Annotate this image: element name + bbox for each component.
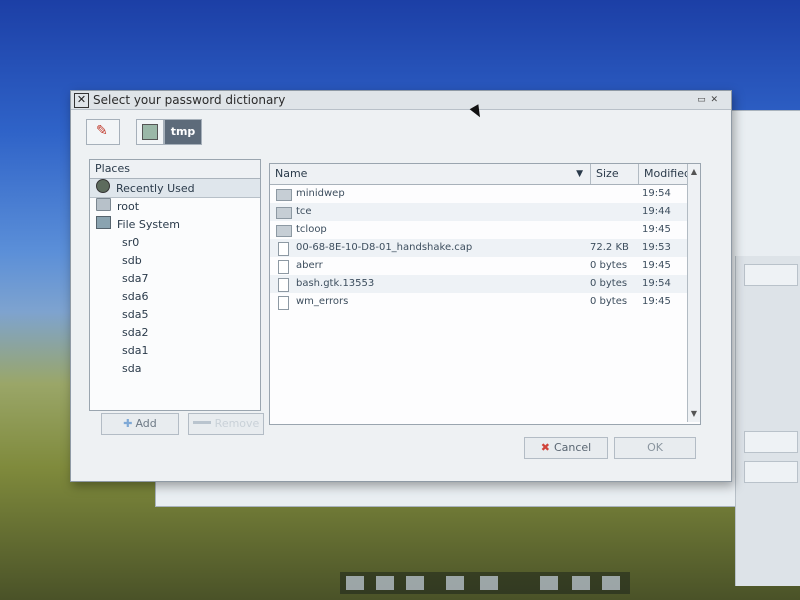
file-row[interactable]: tce 19:44 xyxy=(270,203,688,221)
taskbar-app-icon[interactable] xyxy=(480,576,498,590)
background-button[interactable] xyxy=(744,264,798,286)
taskbar-app-icon[interactable] xyxy=(540,576,558,590)
folder-icon xyxy=(276,207,292,219)
recent-icon xyxy=(96,179,110,193)
add-label: Add xyxy=(135,417,157,430)
place-label: Recently Used xyxy=(116,182,195,195)
file-row[interactable]: tcloop 19:45 xyxy=(270,221,688,239)
file-size: 72.2 KB xyxy=(590,242,629,253)
place-device[interactable]: sda1 xyxy=(90,342,260,360)
file-name: wm_errors xyxy=(296,296,349,307)
file-list-header: Name ▼ Size Modified xyxy=(270,164,700,185)
cancel-label: Cancel xyxy=(553,441,592,454)
add-bookmark-button[interactable]: ✚ Add xyxy=(101,413,179,435)
file-modified: 19:54 xyxy=(642,278,671,289)
file-name: minidwep xyxy=(296,188,345,199)
place-device[interactable]: sda7 xyxy=(90,270,260,288)
background-button[interactable] xyxy=(744,431,798,453)
window-controls[interactable]: ▭ ✕ xyxy=(697,95,719,105)
place-device[interactable]: sdb xyxy=(90,252,260,270)
column-name-label: Name xyxy=(275,167,308,180)
remove-bookmark-button[interactable]: Remove xyxy=(188,413,264,435)
remove-label: Remove xyxy=(214,417,260,430)
plus-icon: ✚ xyxy=(123,417,133,430)
file-row[interactable]: wm_errors 0 bytes 19:45 xyxy=(270,293,688,311)
file-modified: 19:54 xyxy=(642,188,671,199)
places-panel: Places Recently Used root File System sr… xyxy=(89,159,261,411)
file-modified: 19:53 xyxy=(642,242,671,253)
column-name-header[interactable]: Name ▼ xyxy=(270,164,591,184)
cancel-button[interactable]: ✖ Cancel xyxy=(524,437,608,459)
file-name: aberr xyxy=(296,260,323,271)
file-size: 0 bytes xyxy=(590,260,628,271)
dialog-title: Select your password dictionary xyxy=(93,93,286,107)
background-button[interactable] xyxy=(744,461,798,483)
folder-icon xyxy=(276,225,292,237)
file-icon xyxy=(278,242,289,256)
drive-icon xyxy=(142,124,158,140)
folder-icon xyxy=(276,189,292,201)
place-device[interactable]: sda6 xyxy=(90,288,260,306)
cancel-icon: ✖ xyxy=(540,441,550,454)
place-device[interactable]: sda xyxy=(90,360,260,378)
file-list: Name ▼ Size Modified minidwep 19:54 tce … xyxy=(269,163,701,425)
file-modified: 19:44 xyxy=(642,206,671,217)
place-device[interactable]: sda2 xyxy=(90,324,260,342)
folder-icon xyxy=(96,198,111,211)
file-name: tce xyxy=(296,206,312,217)
file-size: 0 bytes xyxy=(590,278,628,289)
file-modified: 19:45 xyxy=(642,224,671,235)
path-parent-button[interactable] xyxy=(136,119,164,145)
taskbar-app-icon[interactable] xyxy=(446,576,464,590)
file-name: 00-68-8E-10-D8-01_handshake.cap xyxy=(296,242,473,253)
file-row[interactable]: 00-68-8E-10-D8-01_handshake.cap 72.2 KB … xyxy=(270,239,688,257)
taskbar xyxy=(340,572,630,594)
places-header[interactable]: Places xyxy=(90,160,260,179)
place-file-system[interactable]: File System xyxy=(90,216,260,234)
file-size: 0 bytes xyxy=(590,296,628,307)
minus-icon xyxy=(192,421,211,424)
file-icon xyxy=(278,260,289,274)
place-label: root xyxy=(117,200,140,213)
file-name: tcloop xyxy=(296,224,327,235)
file-chooser-dialog: ✕ Select your password dictionary ▭ ✕ ✎ … xyxy=(70,90,732,482)
file-row[interactable]: bash.gtk.13553 0 bytes 19:54 xyxy=(270,275,688,293)
file-row[interactable]: minidwep 19:54 xyxy=(270,185,688,203)
edit-location-button[interactable]: ✎ xyxy=(86,119,120,145)
file-modified: 19:45 xyxy=(642,296,671,307)
scroll-down-icon[interactable]: ▼ xyxy=(688,408,700,420)
place-root[interactable]: root xyxy=(90,198,260,216)
sort-down-icon: ▼ xyxy=(576,169,583,179)
file-name: bash.gtk.13553 xyxy=(296,278,375,289)
place-recently-used[interactable]: Recently Used xyxy=(90,179,260,198)
ok-label: OK xyxy=(647,441,663,454)
drive-icon xyxy=(96,216,111,229)
place-device[interactable]: sr0 xyxy=(90,234,260,252)
vertical-scrollbar[interactable]: ▲ ▼ xyxy=(687,164,700,422)
close-icon[interactable]: ✕ xyxy=(74,93,89,108)
background-window-panel xyxy=(735,256,800,586)
ok-button[interactable]: OK xyxy=(614,437,696,459)
file-icon xyxy=(278,296,289,310)
file-modified: 19:45 xyxy=(642,260,671,271)
file-icon xyxy=(278,278,289,292)
taskbar-app-icon[interactable] xyxy=(346,576,364,590)
place-label: File System xyxy=(117,218,180,231)
scroll-up-icon[interactable]: ▲ xyxy=(688,166,700,178)
place-device[interactable]: sda5 xyxy=(90,306,260,324)
gear-icon[interactable] xyxy=(406,576,424,590)
column-size-header[interactable]: Size xyxy=(591,164,639,184)
taskbar-app-icon[interactable] xyxy=(572,576,590,590)
file-row[interactable]: aberr 0 bytes 19:45 xyxy=(270,257,688,275)
taskbar-app-icon[interactable] xyxy=(602,576,620,590)
pencil-icon: ✎ xyxy=(96,123,108,139)
taskbar-app-icon[interactable] xyxy=(376,576,394,590)
title-bar: ✕ Select your password dictionary ▭ ✕ xyxy=(71,91,731,110)
path-current-button[interactable]: tmp xyxy=(164,119,202,145)
